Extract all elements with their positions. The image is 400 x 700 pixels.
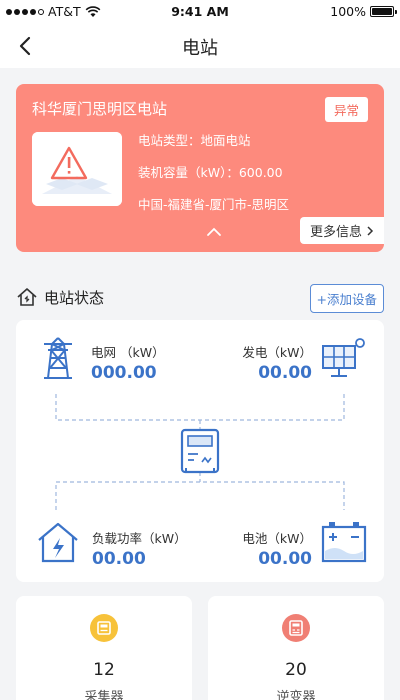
chevron-right-icon xyxy=(367,225,374,236)
plus-icon: + xyxy=(316,292,327,307)
home-icon xyxy=(17,288,37,306)
station-capacity: 装机容量（kW）：600.00 xyxy=(138,165,283,180)
power-tower-icon xyxy=(44,337,72,379)
more-info-button[interactable]: 更多信息 xyxy=(299,217,384,244)
battery-icon xyxy=(370,6,397,17)
status-badge: 异常 xyxy=(324,97,368,122)
station-status-header: 电站状态 +添加设备 xyxy=(16,284,384,313)
grid-value: 000.00 xyxy=(91,363,157,383)
smart-meter-icon xyxy=(180,428,220,474)
status-bar: AT&T 9:41 AM 100% xyxy=(0,0,400,24)
add-device-button[interactable]: +添加设备 xyxy=(309,284,384,313)
station-type: 电站类型：地面电站 xyxy=(138,133,251,148)
battery-reading: 电池（kW） 00.00 xyxy=(238,528,312,569)
battery-value: 00.00 xyxy=(258,549,312,569)
station-name: 科华厦门思明区电站 xyxy=(32,100,168,118)
station-thumbnail xyxy=(32,132,122,206)
battery-label: 电池（kW） xyxy=(242,531,312,546)
inverter-card[interactable]: 20 逆变器 xyxy=(208,596,384,700)
grid-label: 电网 （kW） xyxy=(91,345,165,360)
house-load-icon xyxy=(38,522,78,563)
inverter-count: 20 xyxy=(285,660,307,680)
grid-reading: 电网 （kW） 000.00 xyxy=(91,342,165,383)
battery-info: 100% xyxy=(330,4,397,19)
generation-value: 00.00 xyxy=(258,363,312,383)
load-label: 负载功率（kW） xyxy=(92,531,187,546)
more-info-label: 更多信息 xyxy=(309,225,362,240)
warning-icon xyxy=(32,132,122,206)
load-reading: 负载功率（kW） 00.00 xyxy=(92,528,187,569)
collector-card[interactable]: 12 采集器 xyxy=(16,596,192,700)
battery-storage-icon xyxy=(321,522,367,563)
collector-count: 12 xyxy=(93,660,115,680)
power-flow-card: 电网 （kW） 000.00 发电（kW） 00.00 负载功率（kW） 00.… xyxy=(16,320,384,582)
load-value: 00.00 xyxy=(92,549,146,569)
generation-reading: 发电（kW） 00.00 xyxy=(238,342,312,383)
station-summary-card[interactable]: 科华厦门思明区电站 异常 电站类型：地面电站 装机容量（kW）：600.00 中… xyxy=(16,84,384,252)
add-device-label: 添加设备 xyxy=(326,292,377,307)
inverter-icon xyxy=(282,614,310,642)
page-title: 电站 xyxy=(182,38,218,59)
generation-label: 发电（kW） xyxy=(242,345,312,360)
station-location: 中国-福建省-厦门市-思明区 xyxy=(138,197,290,212)
collector-label: 采集器 xyxy=(84,690,124,700)
solar-panel-icon xyxy=(322,338,365,377)
section-title: 电站状态 xyxy=(44,289,105,307)
chevron-up-icon[interactable] xyxy=(206,226,222,238)
nav-bar: 电站 xyxy=(0,24,400,68)
collector-icon xyxy=(90,614,118,642)
inverter-label: 逆变器 xyxy=(276,690,316,700)
battery-percent: 100% xyxy=(330,4,366,19)
